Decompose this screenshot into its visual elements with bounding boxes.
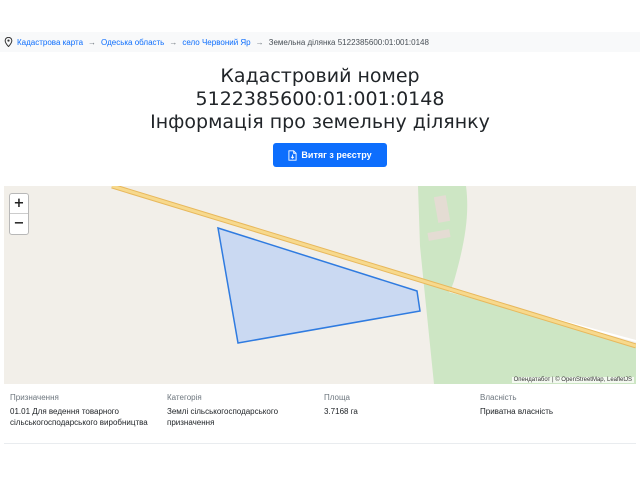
- detail-value-line: Приватна власність: [480, 407, 554, 416]
- detail-label: Категорія: [167, 393, 202, 402]
- detail-value-line: Землі сільськогосподарського: [167, 407, 279, 416]
- document-download-icon: [288, 149, 297, 161]
- breadcrumb-current: Земельна ділянка 5122385600:01:001:0148: [268, 37, 429, 47]
- cadastral-number: 5122385600:01:001:0148: [195, 88, 445, 110]
- detail-value: 3.7168 га: [324, 406, 474, 417]
- detail-value-line: 01.01 Для ведення товарного: [10, 407, 119, 416]
- breadcrumb-link-cadastral-map[interactable]: Кадастрова карта: [17, 38, 83, 47]
- page-subtitle: Інформація про земельну ділянку: [150, 111, 490, 133]
- registry-extract-label: Витяг з реєстру: [301, 150, 372, 160]
- breadcrumb-separator: →: [255, 37, 264, 47]
- detail-value-line: сільськогосподарського виробництва: [10, 418, 148, 427]
- detail-purpose: Призначення 01.01 Для ведення товарного …: [10, 392, 160, 428]
- zoom-out-button[interactable]: −: [10, 214, 28, 234]
- zoom-in-button[interactable]: +: [10, 194, 28, 214]
- page: Кадастрова карта → Одеська область → сел…: [0, 0, 640, 480]
- detail-value: Приватна власність: [480, 406, 630, 417]
- detail-label: Призначення: [10, 393, 59, 402]
- parcel-details: Призначення 01.01 Для ведення товарного …: [4, 386, 636, 444]
- zoom-control: + −: [9, 193, 29, 235]
- detail-label: Власність: [480, 393, 517, 402]
- breadcrumb: Кадастрова карта → Одеська область → сел…: [0, 32, 640, 52]
- map-canvas[interactable]: [4, 186, 636, 384]
- map-pin-icon: [4, 37, 13, 47]
- header-card: Кадастровий номер 5122385600:01:001:0148…: [4, 54, 636, 182]
- map-attribution[interactable]: Опендатабот | © OpenStreetMap, LeafletJS: [511, 377, 634, 383]
- page-title: Кадастровий номер: [220, 65, 420, 87]
- detail-value-line: 3.7168 га: [324, 407, 358, 416]
- detail-value-line: призначення: [167, 418, 215, 427]
- registry-extract-button[interactable]: Витяг з реєстру: [273, 143, 387, 167]
- detail-label: Площа: [324, 393, 350, 402]
- detail-value: 01.01 Для ведення товарного сільськогосп…: [10, 406, 160, 428]
- breadcrumb-separator: →: [88, 37, 97, 47]
- detail-value: Землі сільськогосподарського призначення: [167, 406, 317, 428]
- breadcrumb-link-region[interactable]: Одеська область: [101, 38, 164, 47]
- detail-category: Категорія Землі сільськогосподарського п…: [167, 392, 317, 428]
- breadcrumb-link-village[interactable]: село Червоний Яр: [182, 38, 250, 47]
- breadcrumb-separator: →: [169, 37, 178, 47]
- detail-ownership: Власність Приватна власність: [480, 392, 630, 417]
- map[interactable]: + − Опендатабот | © OpenStreetMap, Leafl…: [4, 186, 636, 384]
- detail-area: Площа 3.7168 га: [324, 392, 474, 417]
